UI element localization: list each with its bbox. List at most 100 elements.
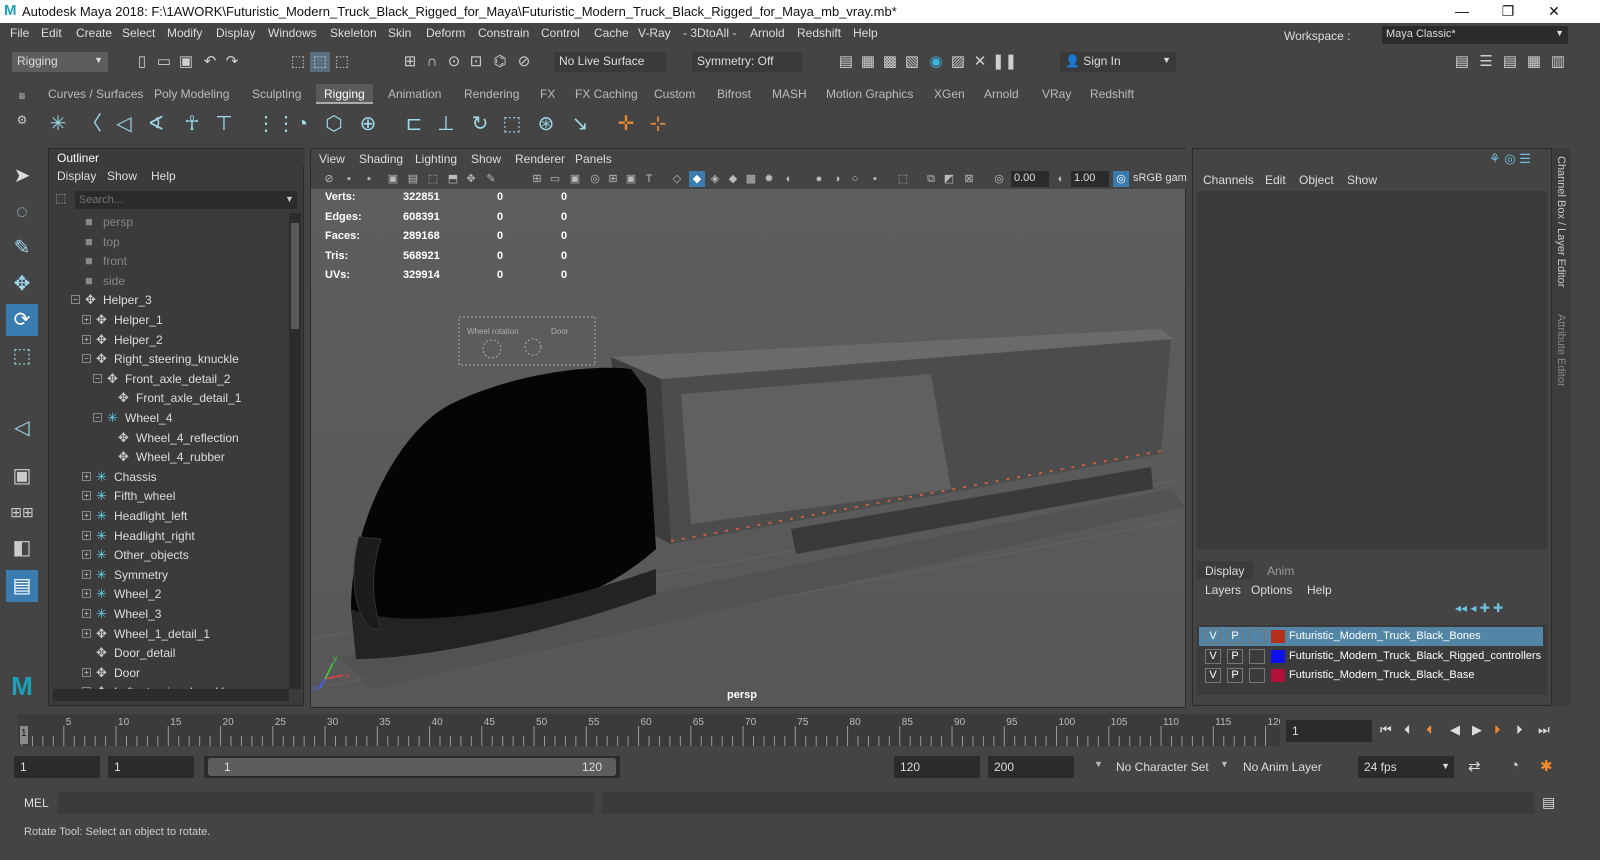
channel-box-toggle-icon[interactable]: ▦	[1524, 52, 1544, 72]
cluster-icon[interactable]: ⬡	[322, 112, 346, 136]
outliner-item[interactable]: ■ top	[49, 233, 289, 252]
channel-box-menu-edit[interactable]: Edit	[1265, 173, 1286, 187]
modeling-toolkit-icon[interactable]: ▤	[1452, 52, 1472, 72]
open-scene-icon[interactable]: ▭	[154, 52, 174, 72]
outliner-scrollbar[interactable]	[289, 213, 301, 689]
persp-outliner-layout-icon[interactable]: ◧	[6, 532, 38, 564]
symmetry-dropdown[interactable]: Symmetry: Off	[692, 52, 802, 72]
menu-help[interactable]: Help	[853, 26, 878, 40]
play-backwards-icon[interactable]: ◀	[1450, 722, 1460, 738]
expand-icon[interactable]: +	[82, 530, 91, 540]
outliner-layout-icon[interactable]: ▤	[6, 570, 38, 602]
outliner-item[interactable]: − ✥ Right_steering_knuckle	[49, 350, 289, 369]
layer-menu-options[interactable]: Options	[1251, 583, 1292, 597]
layer-visibility-toggle[interactable]: V	[1205, 668, 1221, 684]
paint-weights-icon[interactable]: ◔	[290, 112, 314, 136]
undo-icon[interactable]: ↶	[200, 52, 220, 72]
parent-constraint-icon[interactable]: ⊥	[434, 112, 458, 136]
outliner-item[interactable]: + ✳ Wheel_3	[49, 605, 289, 624]
bind-skin-icon[interactable]: ⋮⋮	[256, 112, 296, 136]
menu-skeleton[interactable]: Skeleton	[330, 26, 377, 40]
layer-action-icons[interactable]: ◂◂ ◂ ✚ ✚	[1455, 601, 1503, 615]
select-object-icon[interactable]: ⬚	[310, 52, 330, 72]
fps-dropdown[interactable]: 24 fps ▼	[1358, 756, 1454, 778]
point-constraint-icon[interactable]: ✛	[614, 112, 638, 136]
play-forwards-icon[interactable]: ▶	[1472, 722, 1482, 738]
depth-of-field-icon[interactable]: ▪	[867, 171, 883, 187]
outliner-item[interactable]: + ✳ Other_objects	[49, 546, 289, 565]
snap-grid-icon[interactable]: ⊞	[400, 52, 420, 72]
layer-display-type-toggle[interactable]	[1249, 648, 1265, 664]
outliner-item[interactable]: − ✥ Front_axle_detail_2	[49, 370, 289, 389]
snap-view-icon[interactable]: ⊡	[466, 52, 486, 72]
skeleton-icon[interactable]: ⊤	[212, 112, 236, 136]
viewport-menu-show[interactable]: Show	[471, 152, 501, 166]
viewport-menu-panels[interactable]: Panels	[575, 152, 612, 166]
expand-icon[interactable]: +	[82, 667, 91, 677]
range-slider[interactable]: 1 120	[204, 756, 620, 778]
filter-icon[interactable]: ⬚	[55, 191, 71, 207]
layer-playback-toggle[interactable]: P	[1227, 648, 1243, 664]
tab-vray[interactable]: VRay	[1034, 84, 1079, 104]
outliner-item[interactable]: ■ front	[49, 252, 289, 271]
redo-icon[interactable]: ↷	[222, 52, 242, 72]
use-all-lights-icon[interactable]: ✹	[761, 171, 777, 187]
tab-bifrost[interactable]: Bifrost	[709, 84, 759, 104]
gamma-icon[interactable]: ◐	[1053, 171, 1069, 187]
ik-handle-icon[interactable]: 〈	[80, 112, 104, 136]
motion-blur-icon[interactable]: ◑	[829, 171, 845, 187]
hud-toggle-icon[interactable]: ⊠	[961, 171, 977, 187]
viewport-menu-renderer[interactable]: Renderer	[515, 152, 565, 166]
playback-start-field[interactable]: 1	[108, 756, 194, 778]
workspace-dropdown[interactable]: Maya Classic* ▼	[1382, 26, 1568, 44]
expand-icon[interactable]: +	[82, 471, 91, 481]
anti-aliasing-icon[interactable]: ○	[847, 171, 863, 187]
pan-zoom-icon[interactable]: ✥	[463, 171, 479, 187]
outliner-menu-show[interactable]: Show	[107, 169, 137, 183]
outliner-menu-display[interactable]: Display	[57, 169, 96, 183]
outliner-item[interactable]: ■ persp	[49, 213, 289, 232]
select-camera-icon[interactable]: ⊘	[321, 171, 337, 187]
outliner-item[interactable]: + ✥ Helper_1	[49, 311, 289, 330]
snap-surface-icon[interactable]: ⌬	[490, 52, 510, 72]
range-slider-handle[interactable]	[208, 758, 616, 776]
tab-layer-anim[interactable]: Anim	[1259, 561, 1302, 579]
menu-create[interactable]: Create	[76, 26, 112, 40]
outliner-item[interactable]: + ✳ Fifth_wheel	[49, 487, 289, 506]
layer-display-type-toggle[interactable]	[1249, 668, 1265, 684]
outliner-item[interactable]: + ✳ Headlight_right	[49, 527, 289, 546]
sign-in-button[interactable]: 👤 Sign In ▼	[1060, 52, 1176, 72]
grid-toggle-icon[interactable]: ⊞	[529, 171, 545, 187]
move-tool-icon[interactable]: ✥	[6, 268, 38, 300]
vray-render-icon[interactable]: ▨	[948, 52, 968, 72]
time-slider[interactable]: 5 10 15 20 25 30 35 40 45 50 55 60 65 70 75 80 85 90 95 100…	[18, 714, 1285, 746]
render-view-icon[interactable]: ▧	[902, 52, 922, 72]
expand-icon[interactable]: +	[82, 511, 91, 520]
outliner-item[interactable]: ✥ Wheel_4_reflection	[49, 429, 289, 448]
rotate-tool-icon[interactable]: ⟳	[6, 304, 38, 336]
minimize-button[interactable]: —	[1442, 2, 1482, 20]
layer-row[interactable]: V P Futuristic_Modern_Truck_Black_Bones	[1199, 627, 1543, 646]
outliner-item[interactable]: + ✥ Helper_2	[49, 331, 289, 350]
outliner-menu-help[interactable]: Help	[151, 169, 176, 183]
step-back-key-icon[interactable]: ⏴	[1426, 722, 1433, 738]
default-material-icon[interactable]: ◆	[725, 171, 741, 187]
tab-rendering[interactable]: Rendering	[456, 84, 527, 104]
tab-attribute-editor[interactable]: Attribute Editor	[1555, 314, 1567, 387]
tab-custom[interactable]: Custom	[646, 84, 703, 104]
safe-action-icon[interactable]: ▣	[623, 171, 639, 187]
auto-key-icon[interactable]: ◔	[1510, 757, 1519, 774]
menu-file[interactable]: File	[10, 26, 29, 40]
xray-joints-icon[interactable]: ⧉	[923, 171, 939, 187]
menu-deform[interactable]: Deform	[426, 26, 465, 40]
render-frame-icon[interactable]: ▦	[858, 52, 878, 72]
menu-arnold[interactable]: Arnold	[750, 26, 785, 40]
tab-arnold[interactable]: Arnold	[976, 84, 1027, 104]
chevron-down-icon[interactable]: ▼	[285, 194, 294, 204]
ambient-occlusion-icon[interactable]: ●	[811, 171, 827, 187]
humanik-icon[interactable]: ☥	[180, 112, 204, 136]
tab-rigging[interactable]: Rigging	[316, 84, 373, 104]
hypershade-icon[interactable]: ◉	[926, 52, 946, 72]
outliner-item[interactable]: ✥ Front_axle_detail_1	[49, 389, 289, 408]
channel-box-menu-channels[interactable]: Channels	[1203, 173, 1254, 187]
